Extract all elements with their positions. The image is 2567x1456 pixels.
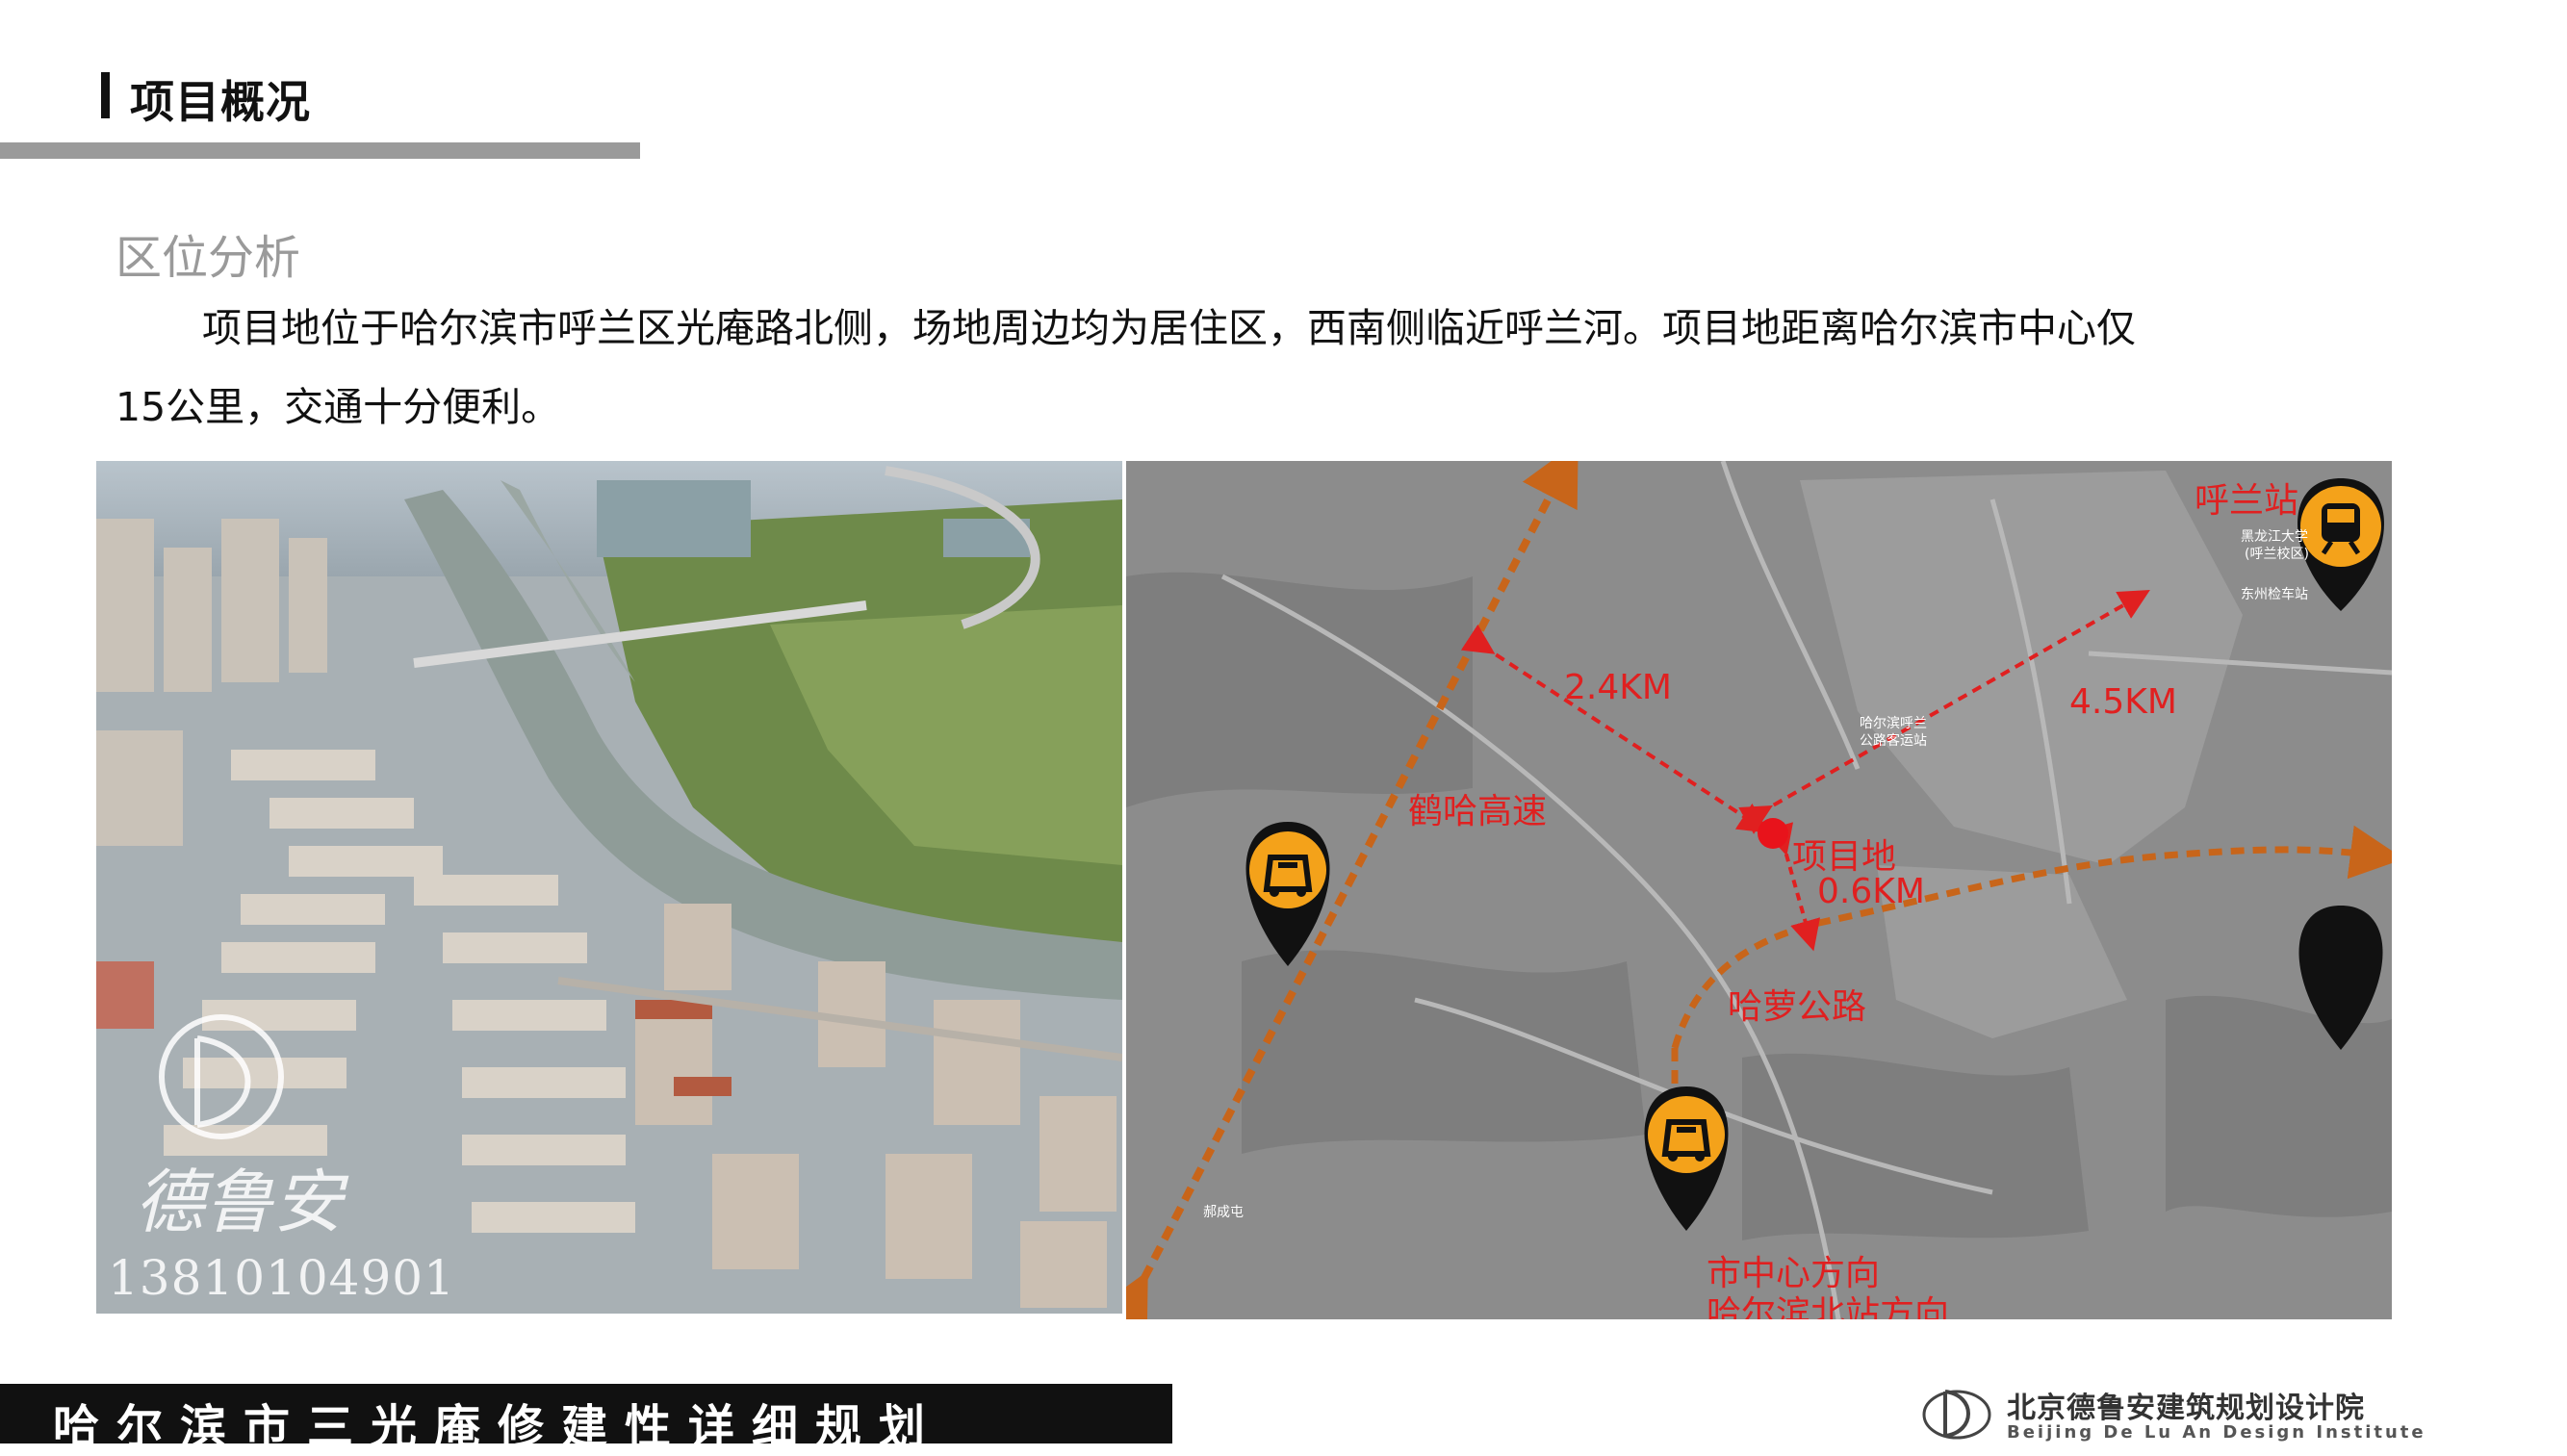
section-paragraph: 项目地位于哈尔滨市呼兰区光庵路北侧，场地周边均为居住区，西南侧临近呼兰河。项目地… [116,289,2349,447]
footer-title: 哈尔滨市三光庵修建性详细规划 [53,1400,943,1454]
paragraph-line-1: 项目地位于哈尔滨市呼兰区光庵路北侧，场地周边均为居住区，西南侧临近呼兰河。项目地… [202,305,2136,351]
paragraph-line-2: 15公里，交通十分便利。 [116,384,561,430]
map-place-label: (呼兰校区) [2245,547,2309,562]
org-logo-icon [1922,1390,1991,1440]
title-accent-bar [101,72,110,118]
org-name-cn: 北京德鲁安建筑规划设计院 [2007,1392,2365,1425]
highway-label: 鹤哈高速 [1408,792,1548,831]
north-station-label: 哈尔滨北站方向 [1707,1294,1950,1319]
section-subtitle: 区位分析 [116,231,301,285]
title-underline [0,142,640,159]
distance-highway-label: 2.4KM [1564,668,1672,707]
map-place-label: 东州检车站 [2241,587,2308,602]
road-label: 哈萝公路 [1728,987,1867,1027]
map-place-label: 郝成屯 [1203,1205,1244,1220]
site-marker [1758,818,1788,849]
map-place-label: 哈尔滨呼兰 [1860,716,1927,731]
map-place-label: 公路客运站 [1860,733,1927,749]
watermark-phone: 13810104901 [108,1250,455,1306]
map-place-label: 黑龙江大学 [2241,529,2308,545]
org-name-en: Beijing De Lu An Design Institute [2007,1422,2426,1443]
distance-road-label: 0.6KM [1817,872,1925,911]
distance-station-label: 4.5KM [2069,682,2177,722]
aerial-photo: 德鲁安 13810104901 [96,461,1122,1314]
station-label: 呼兰站 [2195,481,2299,521]
location-map: 鹤哈高速 2.4KM 4.5KM 项目地 0.6KM 哈萝公路 呼兰站 市中心方… [1126,461,2392,1319]
watermark-text: 德鲁安 [135,1162,344,1242]
page-title: 项目概况 [130,76,311,128]
map-graphics [1126,461,2392,1319]
